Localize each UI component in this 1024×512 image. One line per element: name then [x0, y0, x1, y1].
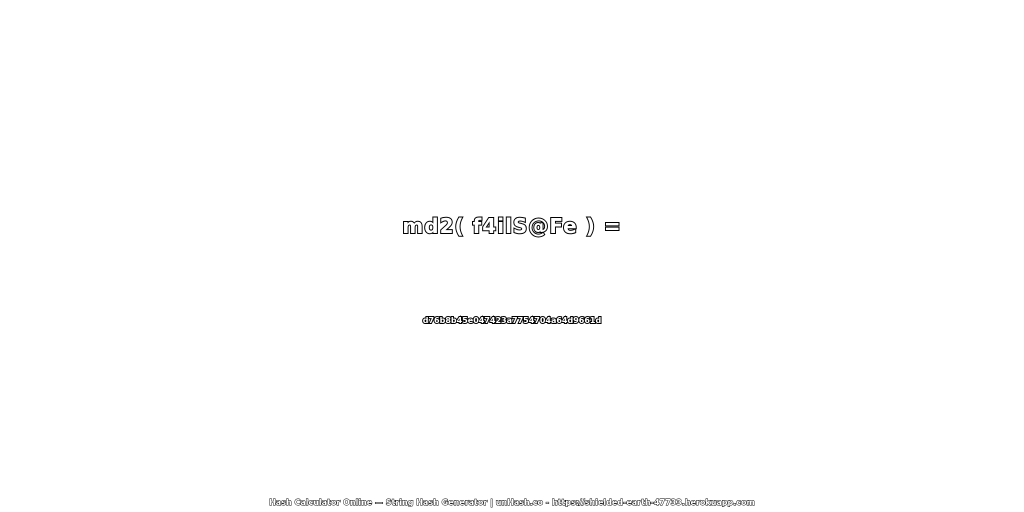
hash-result-value: d76b8b45e047423a7754704a64d9661d [422, 315, 602, 326]
hash-image-canvas: md2( f4ilS@Fe ) = d76b8b45e047423a775470… [0, 0, 1024, 512]
hash-expression-title: md2( f4ilS@Fe ) = [401, 213, 622, 239]
footer-credit: Hash Calculator Online — String Hash Gen… [269, 498, 756, 508]
